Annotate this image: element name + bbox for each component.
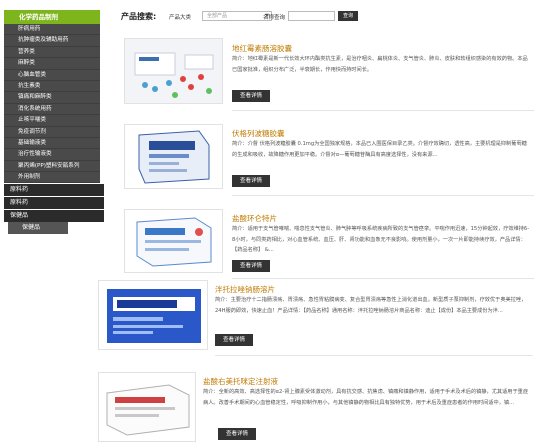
sidebar-category[interactable]: 保健品 <box>4 210 104 223</box>
sidebar-category[interactable]: 原料药 <box>4 197 104 210</box>
sidebar-item[interactable]: 镇痛和麻醉类 <box>4 92 100 104</box>
product-title[interactable]: 盐酸环仑特片 <box>232 213 277 224</box>
name-query-label: 名称查询 <box>263 15 286 21</box>
sidebar-item[interactable]: 止咳平喘类 <box>4 115 100 127</box>
view-details-button[interactable]: 查看详情 <box>232 90 270 102</box>
product-description: 简介：介督 伏格列波糖胶囊 0.1mg为全国独家规格，本品已入围医保目录乙类。介… <box>232 141 527 158</box>
sidebar-category[interactable]: 原料药 <box>4 184 104 197</box>
view-details-button[interactable]: 查看详情 <box>218 428 256 440</box>
sidebar-head[interactable]: 化学药品制剂 <box>4 10 100 24</box>
category-sidebar: 化学药品制剂 肝病用药 抗肿瘤类及辅助用药 营养类 麻醉类 心脑血管类 抗生素类… <box>4 10 104 235</box>
category-select-value: 全部产品 <box>207 13 228 19</box>
divider <box>232 278 534 279</box>
search-title: 产品搜索: <box>121 12 157 21</box>
product-title[interactable]: 泮托拉唑钠肠溶片 <box>215 284 275 295</box>
view-details-button[interactable]: 查看详情 <box>232 260 270 272</box>
sidebar-item[interactable]: 肝病用药 <box>4 24 100 36</box>
product-search-bar: 产品搜索: 产品大类 全部产品 ▼ 名称查询 查询 <box>120 10 540 24</box>
divider <box>232 110 534 111</box>
sidebar-item[interactable]: 营养类 <box>4 46 100 59</box>
product-description: 简介：全新的高效、高选择性的α2-肾上腺素受体激动剂，具有抗交感、抗焦虑、镇痛和… <box>203 389 529 406</box>
category-label: 产品大类 <box>169 15 192 21</box>
sidebar-item[interactable]: 消化系统用药 <box>4 103 100 116</box>
product-description: 简介：适用于支气管哮喘、喘息性支气管炎、肺气肿等呼吸系统疾病所致的支气管痉挛。平… <box>232 226 530 253</box>
sidebar-item[interactable]: 麻醉类 <box>4 58 100 70</box>
product-thumbnail[interactable] <box>98 372 196 442</box>
product-title[interactable]: 伏格列波糖胶囊 <box>232 128 285 139</box>
divider <box>215 355 533 356</box>
product-thumbnail[interactable] <box>124 38 223 104</box>
product-thumbnail[interactable] <box>98 280 208 350</box>
product-description: 简介：地红霉素是新一代长效大环内酯类抗生素，是治疗咽炎、扁桃体炎、支气管炎、肺炎… <box>232 56 528 73</box>
sidebar-item[interactable]: 聚丙烯(PP)塑料安瓿系列 <box>4 160 100 173</box>
category-select[interactable]: 全部产品 ▼ <box>202 11 272 21</box>
sidebar-submenu: 化学药品制剂 肝病用药 抗肿瘤类及辅助用药 营养类 麻醉类 心脑血管类 抗生素类… <box>4 10 100 184</box>
product-title[interactable]: 地红霉素肠溶胶囊 <box>232 43 292 54</box>
sidebar-item[interactable]: 心脑血管类 <box>4 69 100 81</box>
product-description: 简介：主要治疗十二指肠溃疡、胃溃疡、急性胃粘膜病变、复合型胃溃疡等急性上消化道出… <box>215 297 527 314</box>
sidebar-item[interactable]: 基础输液类 <box>4 137 100 150</box>
sidebar-item[interactable]: 免疫调节剂 <box>4 126 100 138</box>
sidebar-category-sub[interactable]: 保健品 <box>8 222 68 235</box>
product-thumbnail[interactable] <box>124 209 223 273</box>
sidebar-item[interactable]: 抗生素类 <box>4 80 100 93</box>
product-thumbnail[interactable] <box>124 124 223 189</box>
view-details-button[interactable]: 查看详情 <box>215 334 253 346</box>
sidebar-item[interactable]: 外用制剂 <box>4 172 100 184</box>
sidebar-item[interactable]: 抗肿瘤类及辅助用药 <box>4 35 100 47</box>
product-title[interactable]: 盐酸右美托咪定注射液 <box>203 376 278 387</box>
divider <box>232 195 534 196</box>
name-query-input[interactable] <box>288 11 335 21</box>
view-details-button[interactable]: 查看详情 <box>232 175 270 187</box>
sidebar-item[interactable]: 治疗性输液类 <box>4 149 100 161</box>
search-button[interactable]: 查询 <box>338 11 358 21</box>
